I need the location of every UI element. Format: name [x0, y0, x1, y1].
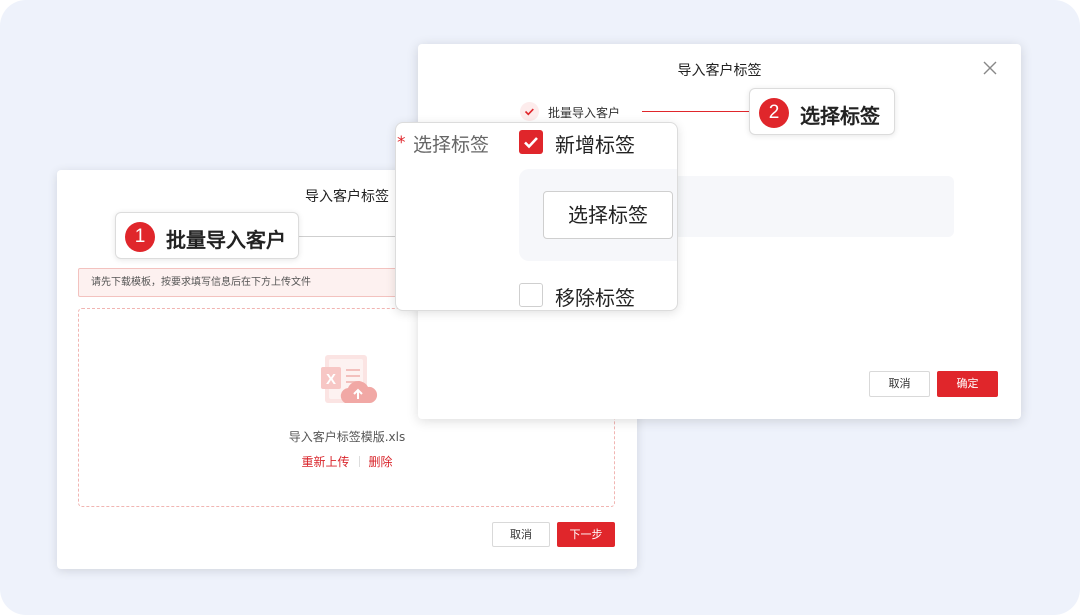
step-connector: [642, 111, 752, 112]
file-actions: 重新上传 删除: [57, 453, 637, 470]
step-number-badge: 1: [125, 222, 155, 252]
select-tag-field-label: 选择标签: [413, 134, 490, 156]
step-number-badge: 2: [759, 98, 789, 128]
callout-step1: 1 批量导入客户: [115, 212, 299, 259]
callout-step2-label: 选择标签: [800, 104, 880, 128]
step-complete-check-icon: [520, 102, 539, 121]
step1-label: 批量导入客户: [548, 106, 621, 120]
close-icon[interactable]: [983, 61, 997, 75]
svg-text:X: X: [326, 371, 336, 388]
cancel-button[interactable]: 取消: [492, 522, 550, 547]
callout-step2: 2 选择标签: [749, 88, 895, 135]
callout-step1-label: 批量导入客户: [166, 228, 286, 252]
delete-link[interactable]: 删除: [369, 455, 393, 469]
remove-tag-checkbox[interactable]: [519, 283, 543, 307]
select-tag-button[interactable]: 选择标签: [543, 191, 673, 239]
excel-upload-icon: X: [321, 355, 378, 403]
reupload-link[interactable]: 重新上传: [301, 455, 349, 469]
add-tag-checkbox[interactable]: [519, 130, 543, 154]
canvas-background: 导入客户标签 请先下载模板，按要求填写信息后在下方上传文件 X 导入客户标签模版…: [0, 0, 1080, 615]
add-tag-label[interactable]: 新增标签: [555, 129, 635, 158]
callout1-connector: [299, 236, 399, 237]
tag-options-zoom: * 选择标签 新增标签 选择标签 移除标签: [395, 122, 678, 311]
confirm-button[interactable]: 确定: [937, 371, 998, 397]
required-mark: *: [397, 133, 406, 153]
tag-dialog-title: 导入客户标签: [677, 63, 762, 79]
tag-cancel-button[interactable]: 取消: [869, 371, 930, 397]
next-step-button[interactable]: 下一步: [557, 522, 615, 547]
remove-tag-label[interactable]: 移除标签: [555, 282, 635, 310]
link-divider: [358, 456, 360, 467]
uploaded-file-name: 导入客户标签模版.xls: [288, 430, 406, 444]
checkmark-icon: [524, 137, 538, 149]
